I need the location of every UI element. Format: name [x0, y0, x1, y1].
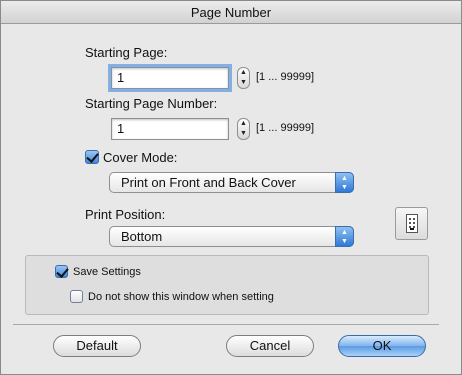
- save-settings-label: Save Settings: [73, 266, 141, 278]
- settings-group: Save Settings Do not show this window wh…: [25, 255, 429, 315]
- stepper-down-icon[interactable]: ▼: [238, 129, 249, 139]
- stepper-up-icon[interactable]: ▲: [238, 119, 249, 129]
- popup-arrows-icon: ▲ ▼: [335, 226, 354, 247]
- page-preview: [406, 214, 418, 233]
- window-title: Page Number: [1, 1, 461, 24]
- cover-mode-select[interactable]: Print on Front and Back Cover ▲ ▼: [109, 172, 354, 193]
- page-number-dialog: Page Number Starting Page: 1 ▲ ▼ [1 ... …: [0, 0, 462, 375]
- starting-page-field[interactable]: 1: [111, 67, 229, 89]
- page-number-position-icon: [395, 207, 428, 240]
- separator: [13, 324, 439, 325]
- popup-arrows-icon: ▲ ▼: [335, 172, 354, 193]
- print-position-label: Print Position:: [85, 207, 166, 222]
- print-position-select[interactable]: Bottom ▲ ▼: [109, 226, 354, 247]
- cover-mode-selected: Print on Front and Back Cover: [121, 175, 296, 190]
- starting-page-number-field[interactable]: 1: [111, 118, 229, 140]
- stepper-down-icon[interactable]: ▼: [238, 78, 249, 88]
- starting-page-number-label: Starting Page Number:: [85, 96, 218, 111]
- starting-page-stepper[interactable]: ▲ ▼: [237, 67, 250, 89]
- starting-page-number-range: [1 ... 99999]: [256, 122, 315, 134]
- stepper-up-icon[interactable]: ▲: [238, 68, 249, 78]
- do-not-show-checkbox[interactable]: [70, 290, 83, 303]
- ok-button[interactable]: OK: [338, 335, 426, 357]
- cancel-button[interactable]: Cancel: [226, 335, 314, 357]
- cover-mode-checkbox[interactable]: [85, 150, 99, 164]
- default-button[interactable]: Default: [53, 335, 141, 357]
- page-number-marker: [410, 228, 414, 230]
- starting-page-range: [1 ... 99999]: [256, 71, 315, 83]
- print-position-selected: Bottom: [121, 229, 163, 244]
- do-not-show-label: Do not show this window when setting: [88, 291, 274, 303]
- save-settings-checkbox[interactable]: [55, 265, 68, 278]
- starting-page-label: Starting Page:: [85, 45, 168, 60]
- cover-mode-label: Cover Mode:: [103, 150, 178, 165]
- starting-page-number-stepper[interactable]: ▲ ▼: [237, 118, 250, 140]
